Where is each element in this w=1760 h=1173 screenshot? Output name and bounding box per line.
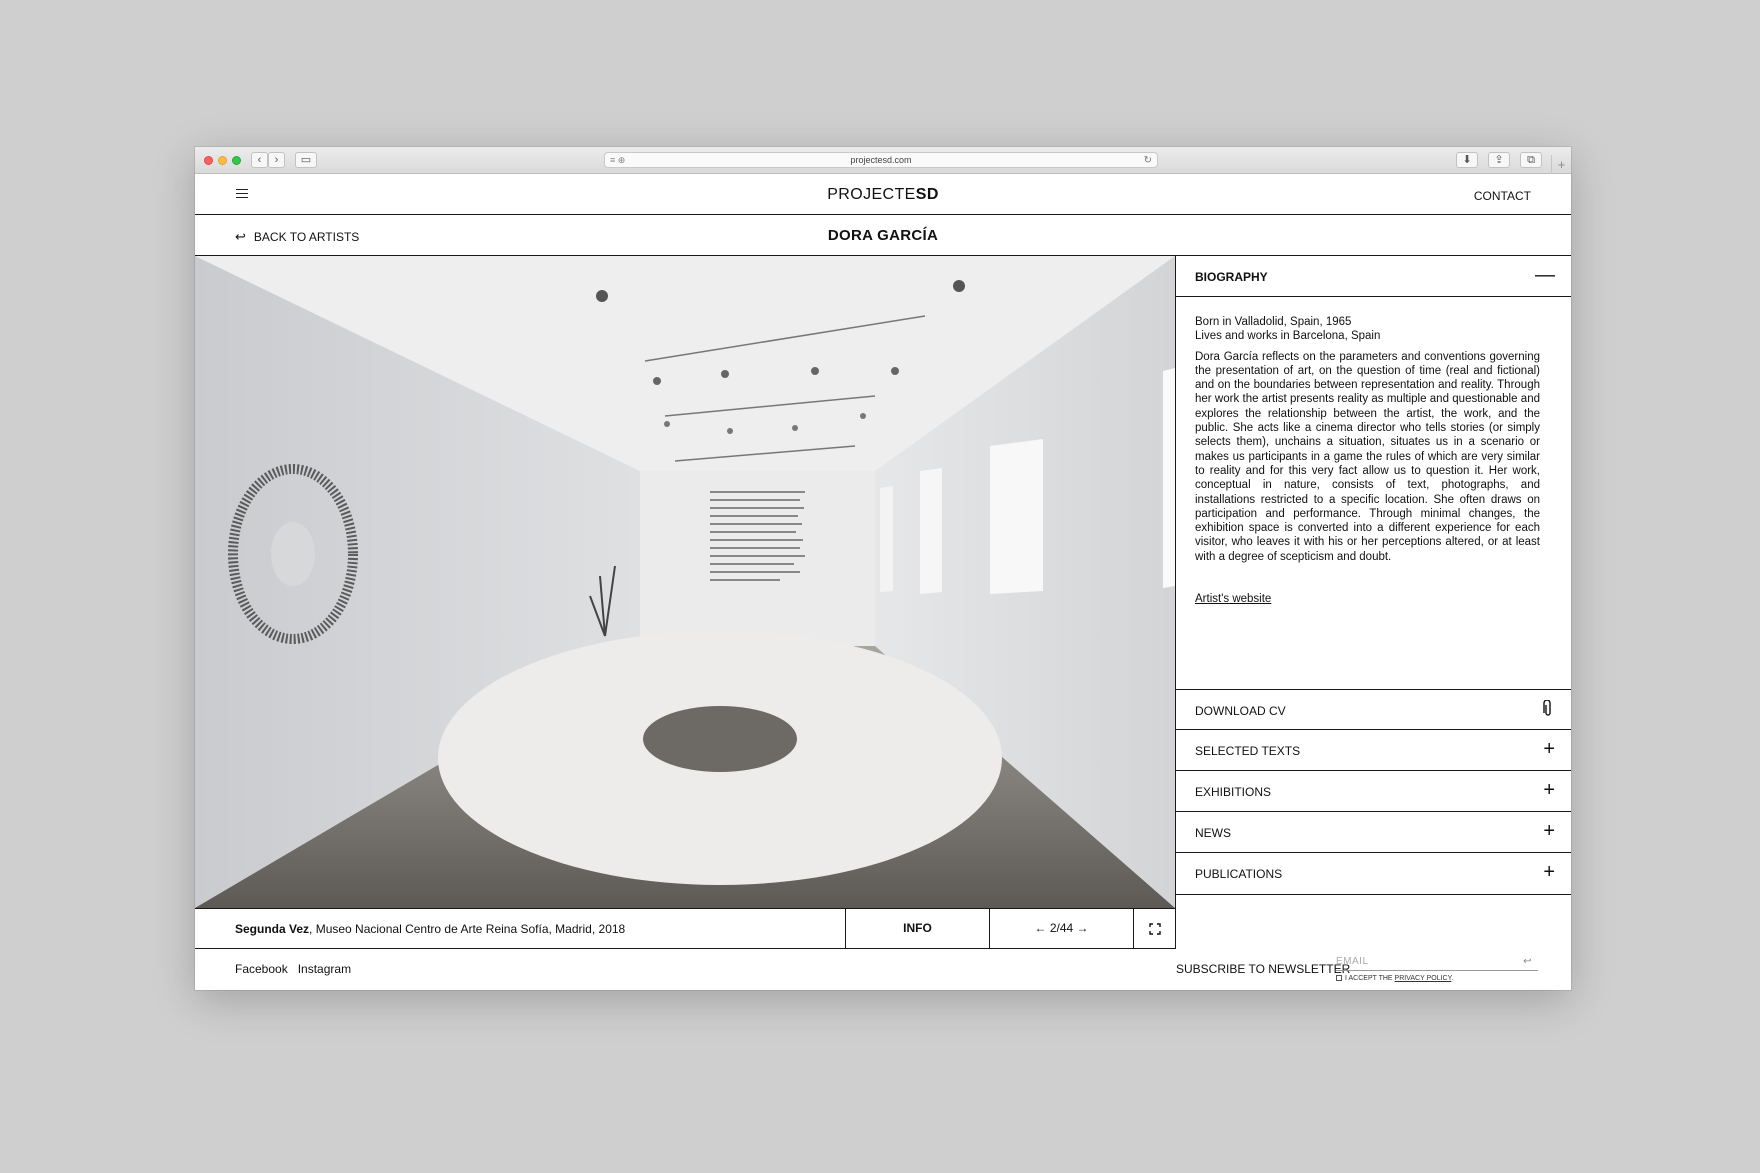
logo-text-bold: SD — [915, 186, 939, 203]
minimize-window-button[interactable] — [218, 156, 227, 165]
caption-details: , Museo Nacional Centro de Arte Reina So… — [309, 922, 626, 936]
bio-location: Lives and works in Barcelona, Spain — [1195, 330, 1381, 343]
newsletter-label: SUBSCRIBE TO NEWSLETTER — [1176, 962, 1351, 976]
news-label: NEWS — [1195, 826, 1231, 840]
plus-icon: + — [1543, 820, 1555, 842]
privacy-suffix: . — [1451, 975, 1454, 982]
gallery-room-image — [195, 256, 1175, 908]
email-placeholder: EMAIL — [1336, 956, 1369, 967]
tabs-overview-button[interactable]: ⧉ — [1520, 152, 1542, 168]
zoom-window-button[interactable] — [232, 156, 241, 165]
photo-caption-bar: Segunda Vez, Museo Nacional Centro de Ar… — [195, 908, 1175, 949]
download-cv-row[interactable]: DOWNLOAD CV — [1176, 689, 1571, 730]
biography-content: Born in Valladolid, Spain, 1965 Lives an… — [1195, 315, 1540, 606]
publications-label: PUBLICATIONS — [1195, 867, 1283, 881]
news-row[interactable]: NEWS + — [1176, 812, 1571, 853]
exhibitions-label: EXHIBITIONS — [1195, 785, 1272, 799]
paperclip-icon — [1543, 699, 1553, 722]
privacy-consent: I ACCEPT THE PRIVACY POLICY. — [1336, 975, 1453, 982]
site-footer: Facebook Instagram SUBSCRIBE TO NEWSLETTE… — [195, 949, 1571, 990]
browser-forward-button[interactable]: › — [268, 152, 285, 168]
logo-text-light: PROJECTE — [827, 186, 916, 203]
close-window-button[interactable] — [204, 156, 213, 165]
download-cv-label: DOWNLOAD CV — [1195, 704, 1286, 718]
selected-texts-label: SELECTED TEXTS — [1195, 744, 1301, 758]
privacy-checkbox[interactable] — [1336, 975, 1342, 981]
photo-caption: Segunda Vez, Museo Nacional Centro de Ar… — [235, 922, 625, 936]
bio-text: Dora García reflects on the parameters a… — [1195, 350, 1540, 563]
biography-header[interactable]: BIOGRAPHY — — [1176, 256, 1571, 297]
url-text: projectesd.com — [850, 155, 912, 165]
biography-heading: BIOGRAPHY — [1195, 270, 1268, 284]
exhibition-photo[interactable] — [195, 256, 1175, 908]
reader-icon[interactable]: ≡ ⊕ — [610, 153, 625, 168]
artist-side-panel: BIOGRAPHY — Born in Valladolid, Spain, 1… — [1175, 256, 1571, 949]
sidebar-toggle-button[interactable]: ▭ — [295, 152, 317, 168]
browser-toolbar: ‹ › ▭ ≡ ⊕ projectesd.com ↻ ⬇ ⇪ ⧉ + — [195, 147, 1571, 174]
artist-website-link[interactable]: Artist's website — [1195, 592, 1271, 606]
info-button[interactable]: INFO — [845, 909, 989, 948]
caption-work-title: Segunda Vez — [235, 922, 310, 936]
reload-icon[interactable]: ↻ — [1144, 153, 1152, 168]
selected-texts-row[interactable]: SELECTED TEXTS + — [1176, 730, 1571, 771]
download-icon: ⬇ — [1462, 154, 1472, 166]
share-icon: ⇪ — [1494, 154, 1504, 166]
submit-arrow-icon[interactable]: ↩ — [1523, 956, 1532, 967]
sidebar-icon: ▭ — [300, 154, 312, 166]
fullscreen-button[interactable] — [1133, 909, 1175, 948]
publications-row[interactable]: PUBLICATIONS + — [1176, 853, 1571, 895]
tabs-icon: ⧉ — [1527, 154, 1535, 166]
plus-icon: + — [1557, 157, 1566, 172]
browser-back-button[interactable]: ‹ — [251, 152, 268, 168]
social-links: Facebook Instagram — [235, 962, 361, 976]
new-tab-button[interactable]: + — [1551, 155, 1571, 174]
chevron-left-icon: ‹ — [257, 154, 262, 166]
chevron-right-icon: › — [274, 154, 279, 166]
plus-icon: + — [1543, 861, 1555, 883]
privacy-prefix: I ACCEPT THE — [1345, 975, 1395, 982]
downloads-button[interactable]: ⬇ — [1456, 152, 1478, 168]
artist-header: ↩ BACK TO ARTISTS DORA GARCÍA — [195, 215, 1571, 256]
plus-icon: + — [1543, 738, 1555, 760]
image-counter[interactable]: ← 2/44 → — [989, 909, 1133, 948]
exhibitions-row[interactable]: EXHIBITIONS + — [1176, 771, 1571, 812]
share-button[interactable]: ⇪ — [1488, 152, 1510, 168]
instagram-link[interactable]: Instagram — [298, 962, 351, 976]
facebook-link[interactable]: Facebook — [235, 962, 288, 976]
privacy-policy-link[interactable]: PRIVACY POLICY — [1395, 975, 1452, 982]
minus-icon: — — [1535, 264, 1555, 286]
artist-name: DORA GARCÍA — [827, 227, 939, 244]
plus-icon: + — [1543, 779, 1555, 801]
fullscreen-icon — [1148, 923, 1161, 935]
site-logo[interactable]: PROJECTESD — [195, 186, 1571, 204]
browser-window: ‹ › ▭ ≡ ⊕ projectesd.com ↻ ⬇ ⇪ ⧉ + PROJE… — [195, 147, 1571, 990]
contact-link[interactable]: CONTACT — [1474, 189, 1531, 203]
bio-birth: Born in Valladolid, Spain, 1965 — [1195, 316, 1352, 328]
site-header: PROJECTESD CONTACT — [195, 174, 1571, 215]
address-bar[interactable]: ≡ ⊕ projectesd.com ↻ — [604, 152, 1158, 168]
newsletter-email-input[interactable]: EMAIL ↩ — [1336, 956, 1538, 971]
